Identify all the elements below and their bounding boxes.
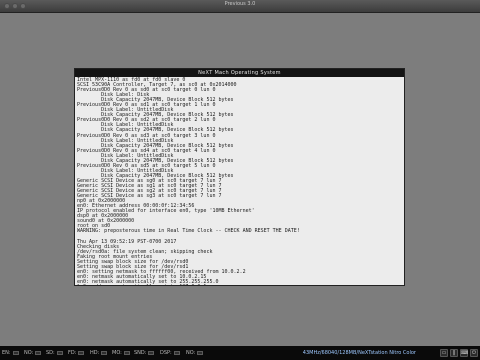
status-label: DSP: <box>160 350 172 356</box>
status-no: NO: <box>24 346 42 360</box>
keyboard-icon[interactable]: ⌨ <box>460 349 468 357</box>
status-dsp: DSP: <box>160 346 180 360</box>
indicator-led <box>56 351 63 355</box>
console-line: lo0: address automatically set to 127.0.… <box>77 284 402 285</box>
pause-icon[interactable]: ‖ <box>450 349 458 357</box>
status-fd: FD: <box>68 346 85 360</box>
status-mo: MO: <box>112 346 130 360</box>
status-hd: HD: <box>90 346 108 360</box>
status-label: SD: <box>46 350 55 356</box>
window-title: Previous 3.0 <box>224 1 256 7</box>
indicator-led <box>101 351 108 355</box>
status-label: FD: <box>68 350 77 356</box>
status-label: NO: <box>186 350 196 356</box>
emulator-screen[interactable]: NeXT Mach Operating System Intel MPX-111… <box>0 13 480 346</box>
window-titlebar: Previous 3.0 <box>0 0 480 13</box>
indicator-led <box>12 351 19 355</box>
status-sd: SD: <box>46 346 63 360</box>
status-bar: EN: NO: SD: FD: HD: MO: SND: DSP: NO: 43… <box>0 346 480 360</box>
indicator-led <box>35 351 42 355</box>
display-icon[interactable]: ▭ <box>440 349 448 357</box>
status-label: MO: <box>112 350 122 356</box>
status-icons: ▭ ‖ ⌨ ⏻ <box>440 349 478 357</box>
console-title: NeXT Mach Operating System <box>75 69 404 77</box>
power-icon[interactable]: ⏻ <box>470 349 478 357</box>
console-output: Intel MPX-1110 as fd0 at fd0 slave 0 SCSI… <box>75 77 404 285</box>
status-label: NO: <box>24 350 34 356</box>
indicator-led <box>148 351 155 355</box>
status-snd: SND: <box>134 346 155 360</box>
indicator-led <box>78 351 85 355</box>
status-en: EN: <box>2 346 19 360</box>
console-window[interactable]: NeXT Mach Operating System Intel MPX-111… <box>74 68 405 286</box>
machine-info: 43MHz/68040/128MB/NeXTstation Nitro Colo… <box>302 350 416 356</box>
indicator-led <box>173 351 180 355</box>
status-label: SND: <box>134 350 147 356</box>
indicator-led <box>123 351 130 355</box>
status-label: HD: <box>90 350 100 356</box>
status-label: EN: <box>2 350 11 356</box>
